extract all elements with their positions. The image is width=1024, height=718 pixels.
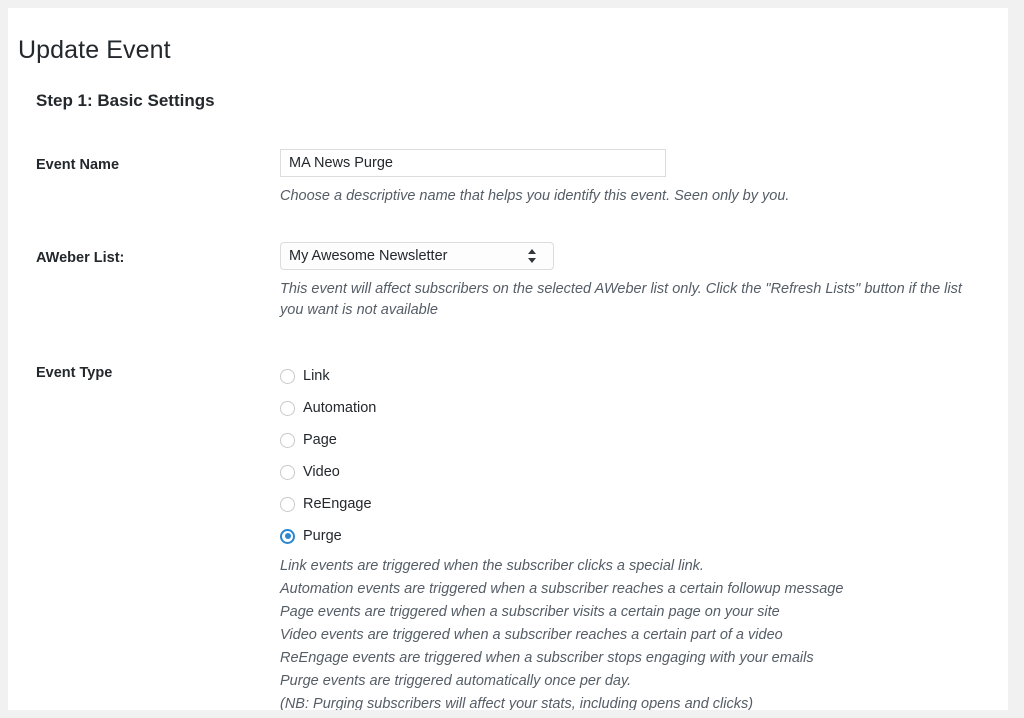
event-type-label: Event Type	[36, 365, 113, 381]
radio-label: Purge	[303, 527, 342, 544]
event-type-description-line: Automation events are triggered when a s…	[280, 581, 844, 597]
event-type-description-line: Link events are triggered when the subsc…	[280, 558, 704, 574]
event-type-radio-group: Link Automation Page Video ReEngage Purg…	[280, 360, 376, 552]
radio-option-reengage[interactable]: ReEngage	[280, 488, 376, 520]
event-name-input[interactable]	[280, 149, 666, 177]
radio-option-automation[interactable]: Automation	[280, 392, 376, 424]
content-panel: Update Event Step 1: Basic Settings Even…	[8, 8, 1008, 710]
select-updown-arrows-icon	[527, 247, 539, 265]
radio-label: Page	[303, 431, 337, 448]
radio-option-video[interactable]: Video	[280, 456, 376, 488]
radio-label: ReEngage	[303, 495, 372, 512]
event-type-descriptions: Link events are triggered when the subsc…	[280, 555, 1000, 710]
radio-circle-selected-icon	[280, 528, 295, 544]
aweber-list-label: AWeber List:	[36, 250, 125, 266]
event-name-help-text: Choose a descriptive name that helps you…	[280, 188, 790, 204]
event-type-description-line: ReEngage events are triggered when a sub…	[280, 650, 814, 666]
radio-label: Link	[303, 367, 330, 384]
radio-circle-icon	[280, 368, 295, 384]
event-type-description-line: Page events are triggered when a subscri…	[280, 604, 780, 620]
aweber-list-help-text: This event will affect subscribers on th…	[280, 281, 962, 318]
radio-circle-icon	[280, 464, 295, 480]
step-title: Step 1: Basic Settings	[36, 91, 215, 110]
event-name-label: Event Name	[36, 157, 120, 173]
radio-option-purge[interactable]: Purge	[280, 520, 376, 552]
aweber-list-select[interactable]: My Awesome Newsletter	[280, 242, 554, 270]
event-type-description-line: Video events are triggered when a subscr…	[280, 627, 783, 643]
radio-circle-icon	[280, 496, 295, 512]
radio-circle-icon	[280, 400, 295, 416]
radio-circle-icon	[280, 432, 295, 448]
aweber-list-select-box[interactable]: My Awesome Newsletter	[280, 242, 554, 270]
radio-option-link[interactable]: Link	[280, 360, 376, 392]
radio-label: Automation	[303, 399, 377, 416]
event-type-description-line: (NB: Purging subscribers will affect you…	[280, 696, 754, 710]
aweber-list-selected-value: My Awesome Newsletter	[289, 248, 448, 264]
radio-option-page[interactable]: Page	[280, 424, 376, 456]
radio-label: Video	[303, 463, 340, 480]
event-type-description-line: Purge events are triggered automatically…	[280, 673, 632, 689]
page-title: Update Event	[18, 36, 171, 64]
